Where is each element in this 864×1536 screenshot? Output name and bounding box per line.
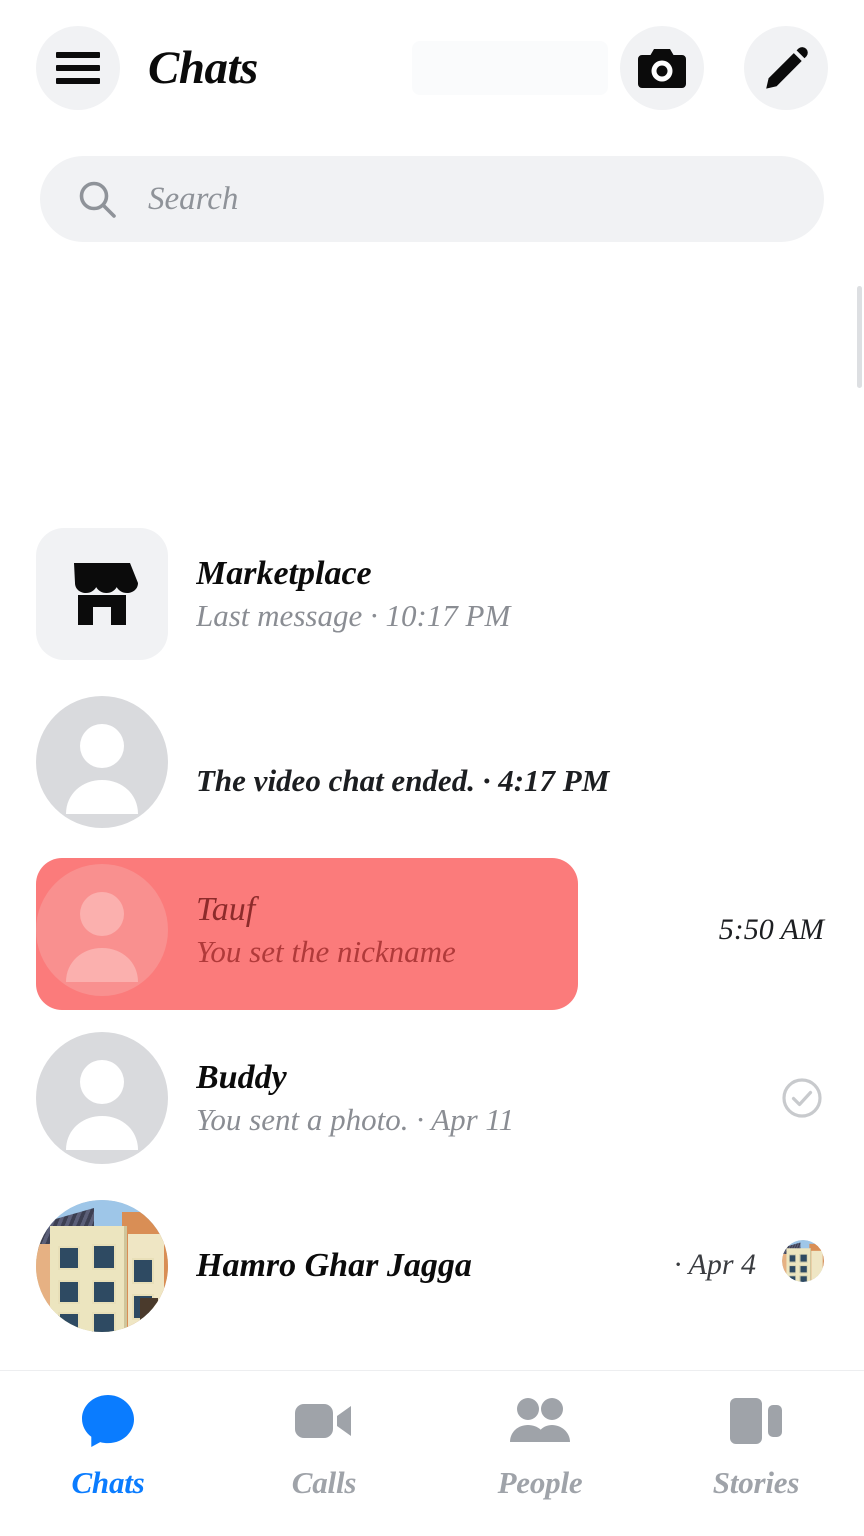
chat-item-name: Hamro Ghar Jagga [196,1247,472,1285]
read-receipt-avatar [782,1240,824,1282]
chat-list-item-hamro-ghar-jagga[interactable]: Hamro Ghar Jagga · Apr 4 [0,1182,864,1350]
chat-item-preview: You set the nickname [196,933,456,969]
camera-icon [638,49,686,88]
nav-tab-label: Chats [71,1465,145,1500]
chat-item-meta: · Apr 4 [674,1240,824,1292]
hamburger-menu-button[interactable] [36,26,120,110]
nav-tab-label: People [497,1465,583,1500]
messenger-chats-screen: Chats Search Marketplace Last message · … [0,0,864,1536]
camera-button[interactable] [620,26,704,110]
chat-list-item-tauf[interactable]: Tauf You set the nickname 5:50 AM [0,846,864,1014]
search-input[interactable]: Search [40,156,824,242]
marketplace-icon [74,563,138,625]
chat-item-text: Buddy You sent a photo. · Apr 11 [196,1056,654,1140]
search-section: Search [0,136,864,242]
avatar [36,864,168,996]
search-icon [79,181,116,218]
chat-item-text: Tauf You set the nickname [196,888,654,972]
chat-bubble-icon [79,1393,137,1449]
avatar [36,696,168,828]
person-placeholder-icon [66,892,138,982]
scrollbar-thumb[interactable] [857,286,862,388]
chat-list-item-video-chat[interactable]: The video chat ended. · 4:17 PM [0,678,864,846]
page-title: Chats [148,42,258,94]
chat-item-preview: The video chat ended. · 4:17 PM [196,762,610,798]
chat-item-name [196,717,654,761]
chat-item-meta [674,1076,824,1120]
avatar [36,528,168,660]
app-header: Chats [0,0,864,136]
chat-item-time: · Apr 4 [674,1248,756,1281]
building-photo-avatar [36,1200,168,1332]
compose-button[interactable] [744,26,828,110]
bottom-navigation: Chats Calls People Stories [0,1370,864,1536]
chat-item-preview: You sent a photo. · Apr 11 [196,1101,515,1137]
chat-item-time: 5:50 AM [718,913,824,946]
hamburger-menu-icon [56,52,100,84]
avatar [36,1200,168,1332]
person-placeholder-icon [66,724,138,814]
chat-item-name: Marketplace [196,555,372,593]
person-placeholder-icon [66,1060,138,1150]
nav-tab-calls[interactable]: Calls [216,1393,432,1501]
header-actions [620,26,828,110]
nav-tab-label: Stories [712,1465,800,1500]
chat-item-name: Tauf [196,891,256,929]
chat-item-meta: 5:50 AM [674,913,824,947]
chat-item-text: Hamro Ghar Jagga [196,1244,654,1288]
chat-list-scroll-area[interactable]: Marketplace Last message · 10:17 PM The … [0,242,864,1370]
chat-list-top-gap [0,242,864,510]
chat-item-text: The video chat ended. · 4:17 PM [196,717,654,807]
check-circle-icon [782,1078,822,1118]
avatar [36,1032,168,1164]
header-inline-field[interactable] [412,41,608,95]
pencil-compose-icon [766,47,808,89]
nav-tab-label: Calls [291,1465,357,1500]
chat-item-text: Marketplace Last message · 10:17 PM [196,552,654,636]
chat-list-item-marketplace[interactable]: Marketplace Last message · 10:17 PM [0,510,864,678]
chat-item-name: Buddy [196,1059,287,1097]
nav-tab-stories[interactable]: Stories [648,1393,864,1501]
search-placeholder-text: Search [148,180,239,217]
stories-icon [728,1393,784,1449]
people-icon [508,1393,572,1449]
video-camera-icon [293,1393,355,1449]
chat-list-item-buddy[interactable]: Buddy You sent a photo. · Apr 11 [0,1014,864,1182]
chat-item-preview: Last message · 10:17 PM [196,597,511,633]
nav-tab-chats[interactable]: Chats [0,1393,216,1501]
nav-tab-people[interactable]: People [432,1393,648,1501]
